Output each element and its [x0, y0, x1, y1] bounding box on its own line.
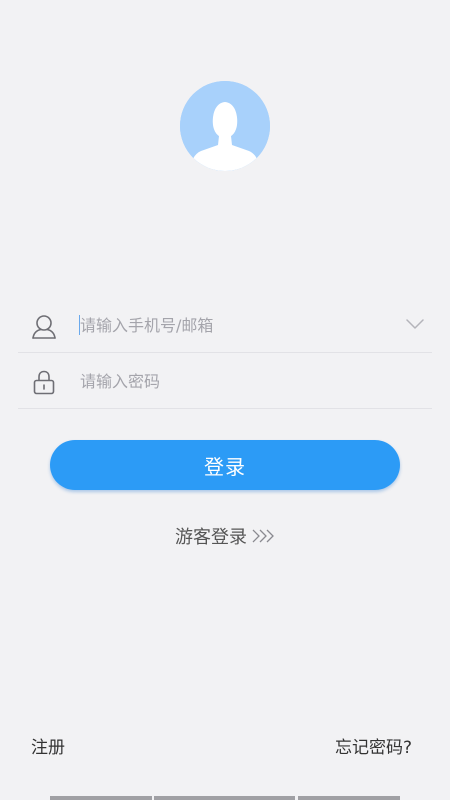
chevron-down-icon[interactable] [406, 318, 424, 330]
forgot-password-link[interactable]: 忘记密码? [335, 733, 412, 758]
password-row [18, 352, 432, 409]
bottom-edge-bars [50, 796, 400, 800]
bottom-bar-segment [154, 796, 295, 800]
username-row [18, 296, 432, 353]
lock-icon [33, 370, 55, 395]
username-input[interactable] [80, 310, 380, 340]
user-silhouette-icon [180, 81, 270, 171]
guest-login-link[interactable]: 游客登录 [0, 524, 450, 552]
avatar [180, 81, 270, 171]
guest-login-label: 游客登录 [175, 527, 247, 548]
register-link[interactable]: 注册 [31, 733, 65, 758]
user-outline-icon [32, 315, 56, 339]
password-input[interactable] [80, 366, 380, 396]
bottom-bar-segment [298, 796, 400, 800]
triple-chevron-right-icon [252, 529, 274, 543]
bottom-bar-segment [50, 796, 152, 800]
login-button[interactable]: 登录 [50, 440, 400, 490]
